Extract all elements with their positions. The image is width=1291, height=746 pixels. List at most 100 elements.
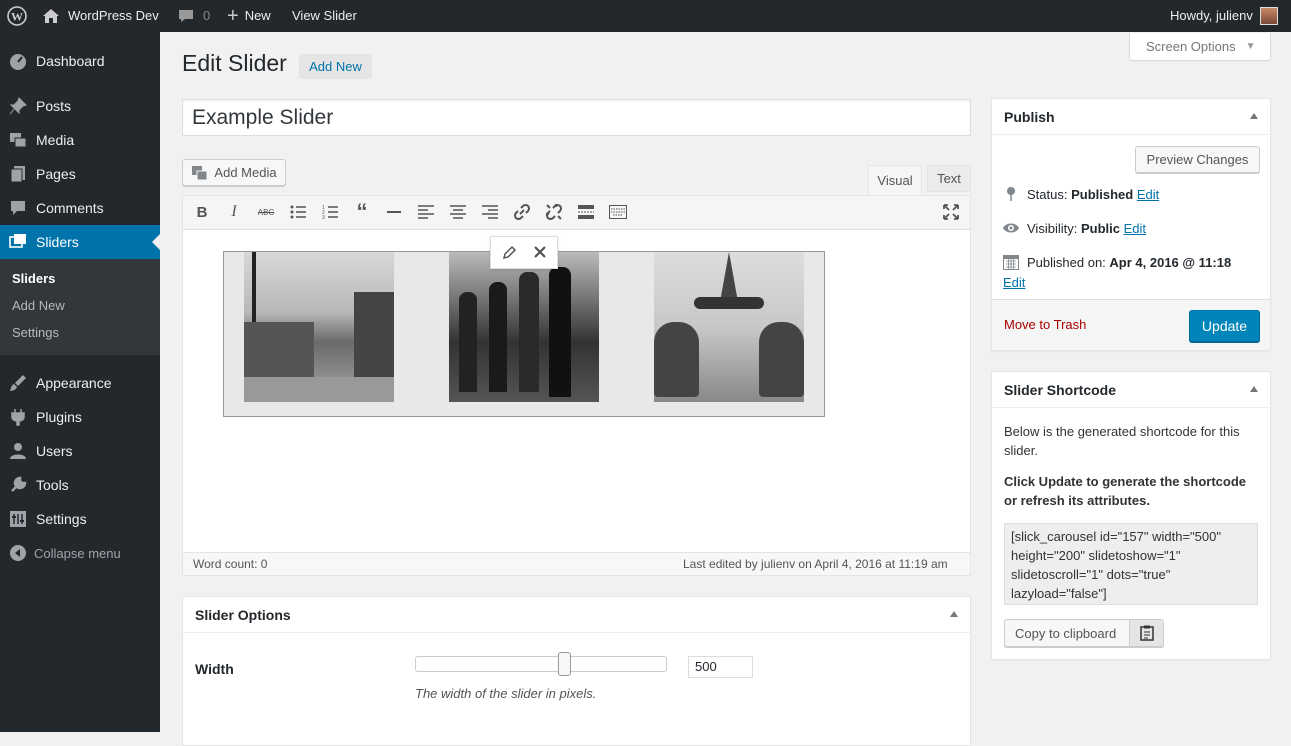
width-help-text: The width of the slider in pixels.: [415, 686, 597, 701]
tab-visual[interactable]: Visual: [868, 165, 922, 195]
sidebar-item-comments[interactable]: Comments: [0, 191, 160, 225]
shortcode-textarea[interactable]: [slick_carousel id="157" width="500" hei…: [1004, 523, 1258, 605]
pages-icon: [8, 164, 28, 184]
width-label: Width: [195, 661, 234, 677]
align-left-button[interactable]: [416, 202, 436, 222]
sidebar-item-label: Media: [36, 132, 75, 148]
submenu-item-add-new[interactable]: Add New: [12, 298, 65, 313]
user-icon: [8, 441, 28, 461]
sidebar-item-users[interactable]: Users: [0, 434, 160, 468]
align-center-icon: [450, 205, 466, 219]
last-edited: Last edited by julienv on April 4, 2016 …: [683, 557, 948, 571]
plug-icon: [8, 407, 28, 427]
account-menu[interactable]: Howdy, julienv: [1170, 0, 1278, 32]
word-count: Word count: 0: [193, 557, 268, 571]
align-center-button[interactable]: [448, 202, 468, 222]
keyboard-icon: [609, 205, 627, 219]
unlink-button[interactable]: [544, 202, 564, 222]
update-button[interactable]: Update: [1189, 310, 1260, 342]
sidebar-item-label: Settings: [36, 511, 87, 527]
bullet-list-button[interactable]: [288, 202, 308, 222]
italic-button[interactable]: I: [224, 202, 244, 222]
link-icon: [513, 203, 531, 221]
width-slider-handle[interactable]: [558, 652, 571, 676]
gallery-image-elephants[interactable]: [654, 252, 804, 402]
width-input[interactable]: 500: [688, 656, 753, 678]
site-name-link[interactable]: WordPress Dev: [42, 0, 159, 32]
published-label: Published on:: [1027, 255, 1106, 270]
edit-status-link[interactable]: Edit: [1137, 187, 1159, 202]
copy-to-clipboard-button[interactable]: Copy to clipboard: [1004, 619, 1164, 647]
sidebar-item-label: Comments: [36, 200, 104, 216]
wordpress-logo-icon[interactable]: W: [7, 0, 27, 32]
collapse-label: Collapse menu: [34, 545, 121, 561]
shortcode-header[interactable]: Slider Shortcode: [992, 372, 1270, 408]
add-new-button[interactable]: Add New: [299, 54, 372, 79]
read-more-button[interactable]: [576, 202, 596, 222]
read-more-icon: [578, 205, 594, 219]
pin-icon: [1004, 186, 1018, 205]
numbered-list-button[interactable]: 123: [320, 202, 340, 222]
site-name: WordPress Dev: [68, 8, 159, 23]
toolbar-toggle-button[interactable]: [608, 202, 628, 222]
triangle-down-icon: ▼: [1245, 41, 1256, 52]
collapse-icon: [8, 543, 28, 563]
screen-options-button[interactable]: Screen Options ▼: [1129, 33, 1271, 61]
submenu-item-settings[interactable]: Settings: [12, 325, 59, 340]
avatar: [1259, 7, 1278, 25]
collapse-arrow-icon[interactable]: [1250, 386, 1258, 392]
strikethrough-button[interactable]: ABC: [256, 202, 276, 222]
submenu-item-sliders[interactable]: Sliders: [12, 271, 55, 286]
visibility-row: Visibility: Public Edit: [1027, 221, 1146, 236]
post-title-input[interactable]: Example Slider: [182, 99, 971, 136]
sidebar-item-appearance[interactable]: Appearance: [0, 366, 160, 400]
eye-icon: [1002, 221, 1020, 238]
visibility-label: Visibility:: [1027, 221, 1078, 236]
gallery-image-street[interactable]: [244, 252, 394, 402]
blockquote-button[interactable]: “: [352, 199, 372, 224]
gallery-image-people[interactable]: [449, 252, 599, 402]
sidebar-item-plugins[interactable]: Plugins: [0, 400, 160, 434]
preview-changes-button[interactable]: Preview Changes: [1135, 146, 1260, 173]
new-content-link[interactable]: + New: [227, 0, 271, 32]
align-left-icon: [418, 205, 434, 219]
edit-date-link[interactable]: Edit: [1003, 275, 1025, 290]
width-slider-track[interactable]: [415, 656, 667, 672]
sidebar-item-settings[interactable]: Settings: [0, 502, 160, 536]
view-slider-link[interactable]: View Slider: [292, 0, 357, 32]
collapse-arrow-icon[interactable]: [950, 611, 958, 617]
edit-visibility-link[interactable]: Edit: [1124, 221, 1146, 236]
sidebar-item-posts[interactable]: Posts: [0, 89, 160, 123]
numbered-list-icon: 123: [322, 205, 338, 219]
insert-link-button[interactable]: [512, 202, 532, 222]
sidebar-item-label: Dashboard: [36, 53, 105, 69]
align-right-button[interactable]: [480, 202, 500, 222]
sidebar-item-pages[interactable]: Pages: [0, 157, 160, 191]
fullscreen-button[interactable]: [941, 202, 961, 222]
slider-options-title: Slider Options: [195, 607, 291, 623]
move-to-trash-link[interactable]: Move to Trash: [1004, 317, 1086, 332]
sidebar-item-media[interactable]: Media: [0, 123, 160, 157]
gallery-edit-toolbar: [490, 236, 558, 269]
sidebar-item-tools[interactable]: Tools: [0, 468, 160, 502]
collapse-menu-button[interactable]: Collapse menu: [0, 536, 160, 570]
media-icon: [8, 130, 28, 150]
add-media-button[interactable]: Add Media: [182, 159, 286, 186]
page-title: Edit Slider: [182, 50, 287, 76]
sidebar-item-label: Users: [36, 443, 73, 459]
pencil-icon[interactable]: [501, 245, 517, 264]
comments-link[interactable]: 0: [177, 0, 210, 32]
slider-options-header[interactable]: Slider Options: [183, 597, 970, 633]
tab-text[interactable]: Text: [927, 165, 971, 192]
howdy-text: Howdy, julienv: [1170, 8, 1253, 23]
sidebar-item-dashboard[interactable]: Dashboard: [0, 44, 160, 78]
sidebar-item-label: Posts: [36, 98, 72, 114]
publish-header[interactable]: Publish: [992, 99, 1270, 135]
close-icon[interactable]: [533, 245, 547, 262]
publish-title: Publish: [1004, 109, 1055, 125]
shortcode-notice: Click Update to generate the shortcode o…: [1004, 474, 1246, 508]
bold-button[interactable]: B: [192, 202, 212, 222]
collapse-arrow-icon[interactable]: [1250, 113, 1258, 119]
sidebar-item-sliders[interactable]: Sliders: [0, 225, 160, 259]
horizontal-line-button[interactable]: [384, 202, 404, 222]
